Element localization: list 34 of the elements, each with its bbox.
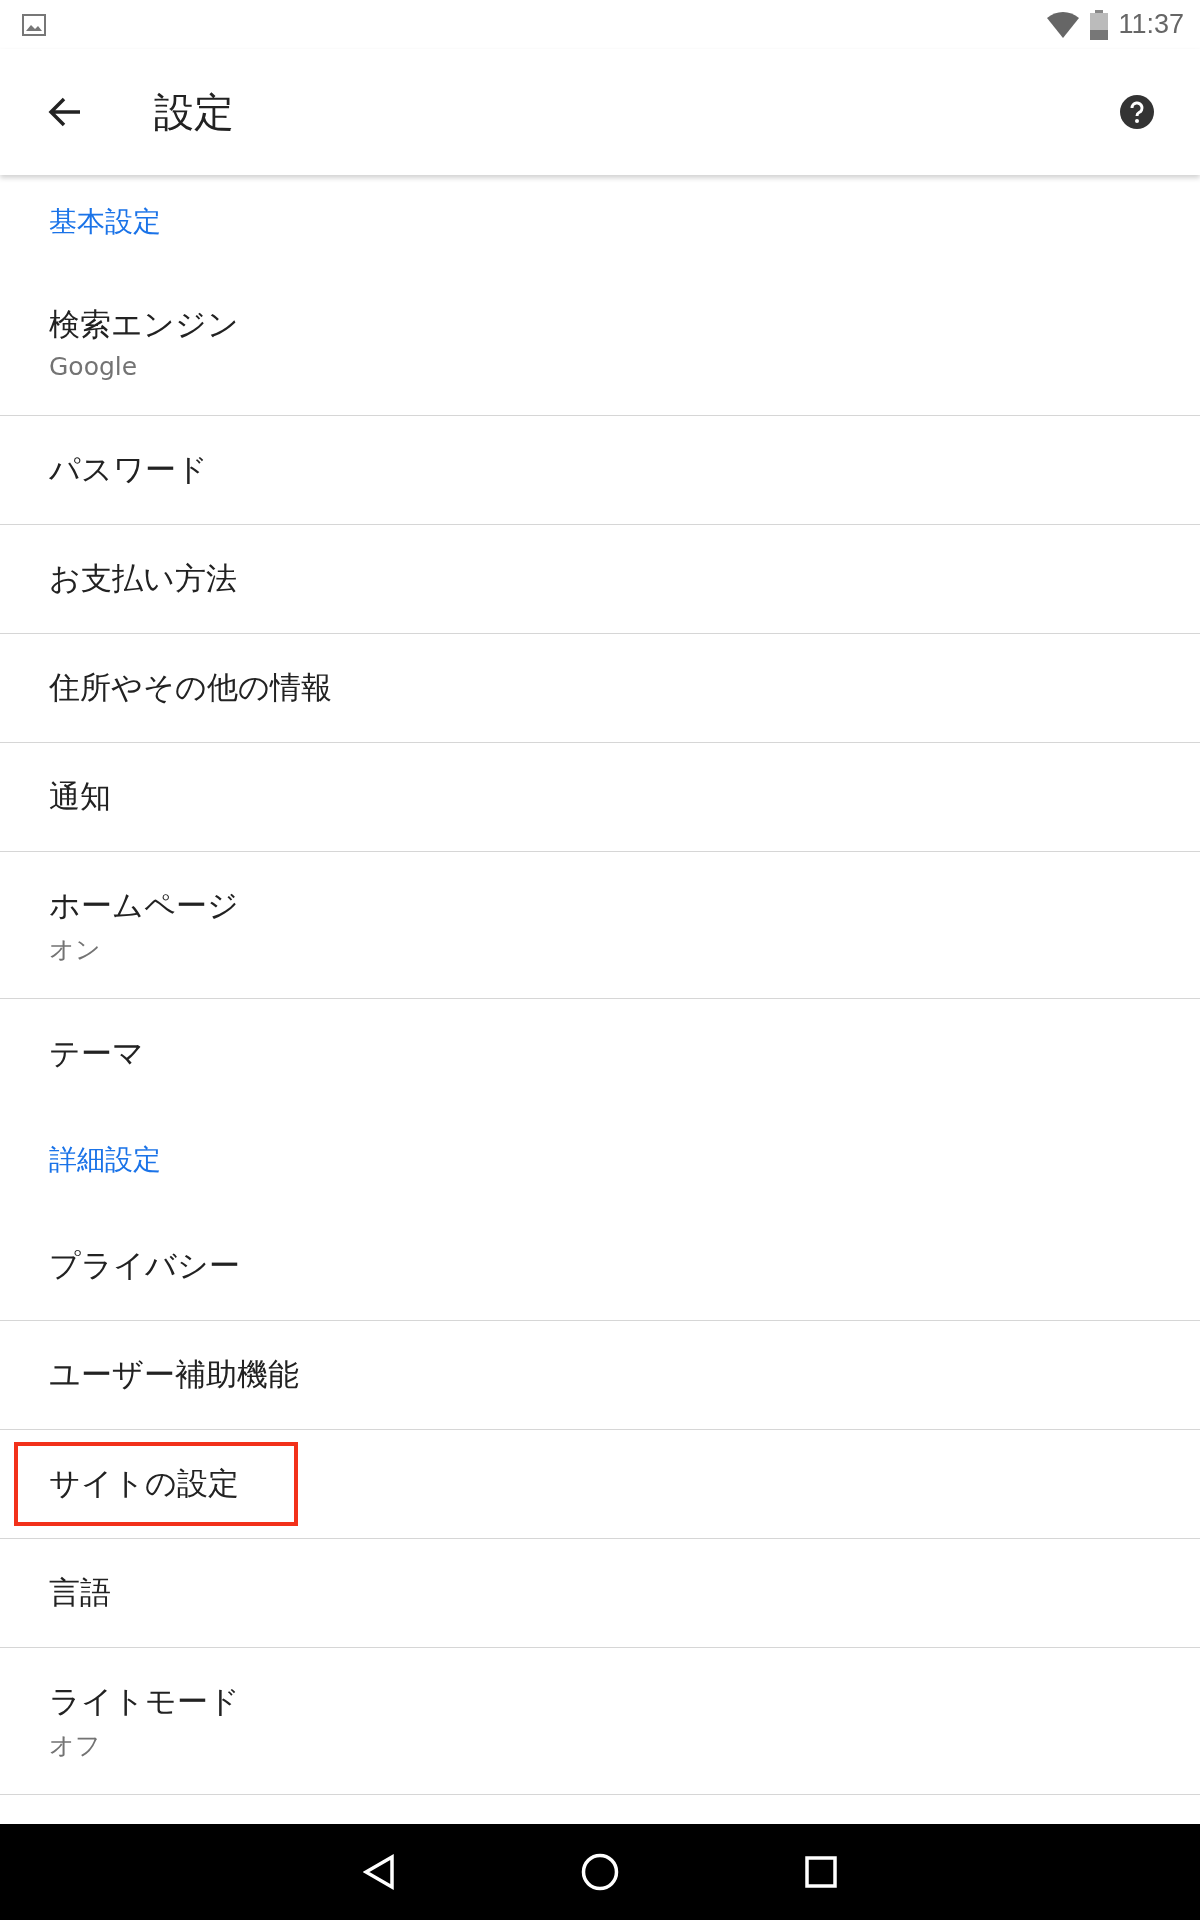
item-title: 言語: [49, 1573, 112, 1612]
image-icon: [22, 13, 46, 36]
item-title: ホームページ: [49, 885, 240, 925]
settings-item[interactable]: ホームページ オン: [0, 852, 1200, 999]
item-title: 通知: [49, 777, 112, 816]
settings-item[interactable]: サイトの設定: [0, 1430, 1200, 1539]
item-title: ユーザー補助機能: [49, 1355, 300, 1394]
item-title: テーマ: [49, 1033, 145, 1073]
item-subtitle: オフ: [49, 1729, 102, 1762]
settings-item[interactable]: プライバシー: [0, 1212, 1200, 1321]
battery-icon: [1090, 9, 1109, 40]
item-subtitle: Google: [49, 351, 139, 381]
settings-item[interactable]: お支払い方法: [0, 525, 1200, 634]
section-header: 基本設定: [49, 204, 161, 240]
item-title: お支払い方法: [49, 559, 238, 598]
item-title: 住所やその他の情報: [49, 668, 333, 707]
item-title: サイトの設定: [49, 1464, 240, 1503]
settings-item[interactable]: ライトモード オフ: [0, 1648, 1200, 1795]
settings-item[interactable]: パスワード: [0, 416, 1200, 525]
item-title: プライバシー: [49, 1246, 241, 1285]
section-header: 詳細設定: [49, 1142, 161, 1178]
settings-item[interactable]: テーマ: [0, 999, 1200, 1108]
settings-item[interactable]: 住所やその他の情報: [0, 634, 1200, 743]
item-title: ライトモード: [49, 1681, 241, 1721]
toolbar-title: 設定: [154, 87, 235, 137]
item-title: 検索エンジン: [49, 304, 240, 344]
item-title: パスワード: [49, 450, 209, 489]
wifi-icon: [1046, 11, 1081, 38]
status-time: 11:37: [1118, 9, 1184, 40]
settings-item[interactable]: 言語: [0, 1539, 1200, 1648]
item-subtitle: オン: [49, 933, 102, 966]
settings-item[interactable]: 通知: [0, 743, 1200, 852]
settings-item[interactable]: 検索エンジン Google: [0, 269, 1200, 416]
settings-item[interactable]: ユーザー補助機能: [0, 1321, 1200, 1430]
